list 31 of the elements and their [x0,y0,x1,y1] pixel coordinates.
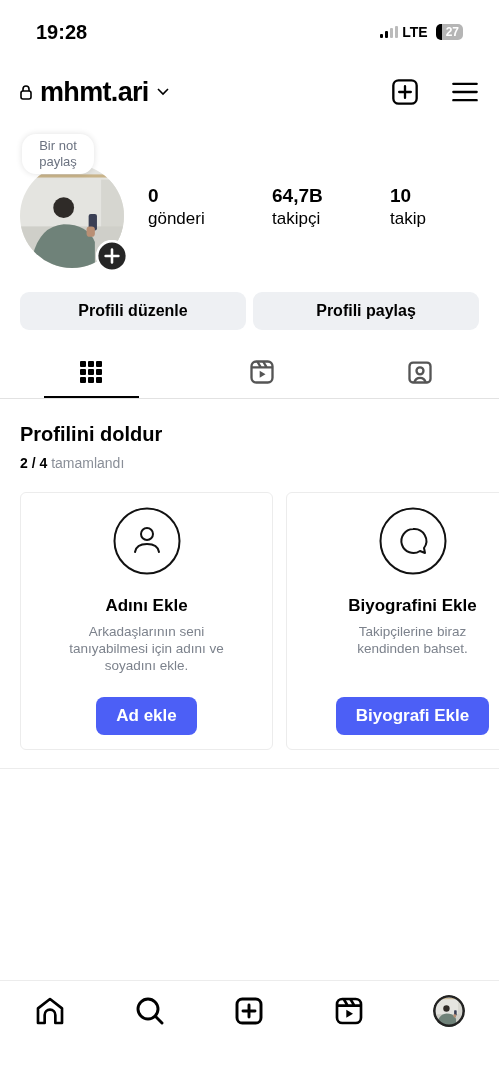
progress-label: tamamlandı [51,455,125,471]
stat-count: 0 [148,184,160,208]
section-title: Profilini doldur [20,422,164,447]
grid-icon [79,360,104,384]
profile-action-button[interactable]: Profili paylaş [253,292,479,330]
stat-label[interactable]: takipçi [272,208,390,230]
card-description: Takipçilerine biraz kendinden bahset. [356,622,469,658]
card-title: Adını Ekle [105,595,188,617]
reels-icon [247,358,276,386]
username: mhmt.ari [40,75,149,109]
network-label: LTE [402,22,428,42]
progress-count: 2 / 4 [20,455,48,471]
note-bubble[interactable]: Bir not paylaş [22,134,94,174]
add-story-icon[interactable] [96,240,128,272]
card-action-button[interactable]: Biyografi Ekle [335,697,490,735]
person-icon [112,507,181,575]
status-time: 19:28 [36,20,88,45]
profile-action-button[interactable]: Profili düzenle [20,292,246,330]
signal-icon [380,26,399,38]
chevron-down-icon[interactable] [156,88,169,96]
stat-count: 10 [390,184,413,208]
speech-bubble-icon [378,507,447,575]
lock-icon [20,84,32,100]
battery-indicator: 27 [435,24,463,40]
add-icon[interactable] [391,78,419,106]
card-title: Biyografini Ekle [348,595,477,617]
stat-label[interactable]: takip [390,208,479,230]
card-description: Arkadaşlarının seni tanıyabilmesi için adını ve soyadını ekle. [68,622,225,675]
card-action-button[interactable]: Ad ekle [96,697,197,735]
stat-label[interactable]: gönderi [148,208,272,230]
stat-count: 64,7B [272,184,324,208]
